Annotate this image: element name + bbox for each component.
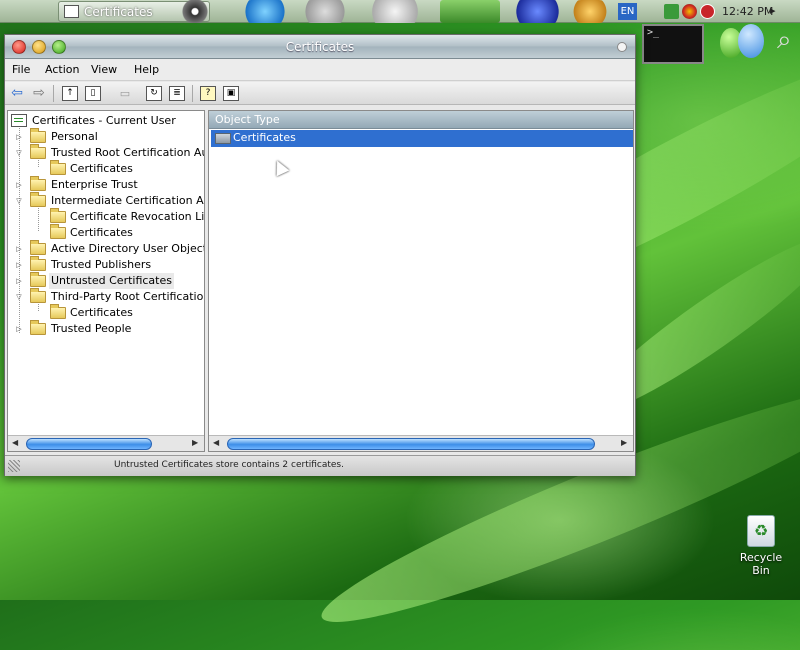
toolbar-separator: [192, 85, 193, 102]
scroll-left-icon[interactable]: ◀: [12, 438, 18, 447]
folder-icon: [50, 208, 66, 223]
folder-icon: [30, 288, 46, 303]
tree-pane[interactable]: Certificates - Current User ▷ Personal ▽…: [7, 110, 205, 452]
tree-item-label: Active Directory User Object: [51, 242, 205, 255]
tree-item-label: Intermediate Certification Autho: [51, 194, 204, 207]
folder-icon: [30, 240, 46, 255]
toolbar: ⇦ ⇨ ↑ ▯ ▭ ↻ ≣ ? ▣: [5, 82, 635, 105]
dock-icon[interactable]: [365, 0, 425, 23]
tree-line: [38, 205, 39, 231]
tree-item-label: Untrusted Certificates: [49, 273, 174, 289]
tree-item-label: Enterprise Trust: [51, 178, 138, 191]
folder-icon: [30, 176, 46, 191]
list-pane[interactable]: Object Type Certificates ◀ ▶: [208, 110, 634, 452]
dock-icon[interactable]: [510, 0, 565, 23]
collapse-icon[interactable]: ▽: [15, 149, 23, 157]
network-tray-icon[interactable]: [664, 4, 679, 19]
menu-bar: File Action View Help: [5, 59, 635, 81]
list-row-selected[interactable]: Certificates: [211, 130, 633, 177]
tree-item-label: Trusted Root Certification Autho: [51, 146, 204, 159]
toolbar-toggle-button[interactable]: [617, 42, 627, 52]
expand-icon[interactable]: ▷: [15, 181, 23, 189]
folder-icon: [50, 160, 66, 175]
tree-item-label: Third-Party Root Certification Au: [51, 290, 205, 303]
tree-item-label: Certificate Revocation List: [70, 210, 205, 223]
expand-icon[interactable]: ▷: [15, 325, 23, 333]
folder-icon: [215, 133, 231, 144]
folder-icon: [30, 272, 46, 287]
taskbar-button-label: Certificates: [84, 5, 153, 19]
dock-icon[interactable]: [570, 0, 610, 23]
certificate-icon: [64, 5, 79, 18]
terminal-icon[interactable]: >_: [642, 24, 704, 64]
dock-icon[interactable]: [240, 0, 290, 23]
forward-icon[interactable]: ⇨: [31, 86, 47, 101]
collapse-icon[interactable]: ▽: [15, 293, 23, 301]
clock[interactable]: 12:42 PM: [722, 5, 773, 18]
folder-icon: [30, 128, 46, 143]
tree-item-label: Certificates: [70, 226, 133, 239]
security-tray-icon[interactable]: [700, 4, 715, 19]
up-one-level-icon[interactable]: ↑: [62, 86, 78, 101]
top-menubar: Certificates EN 12:42 PM ▸: [0, 0, 800, 23]
tree-item-label: Trusted People: [51, 322, 132, 335]
help-icon[interactable]: ?: [200, 86, 216, 101]
menu-view[interactable]: View: [91, 63, 117, 76]
status-text: Untrusted Certificates store contains 2 …: [114, 460, 344, 470]
list-row-label: Certificates: [233, 131, 296, 144]
menu-help[interactable]: Help: [134, 63, 159, 76]
dock-icon[interactable]: [165, 0, 225, 23]
action-pane-icon[interactable]: ▣: [223, 86, 239, 101]
refresh-icon[interactable]: ↻: [146, 86, 162, 101]
back-icon[interactable]: ⇦: [9, 86, 25, 101]
recycle-bin-icon: ♻: [747, 515, 775, 547]
folder-icon: [50, 304, 66, 319]
search-icon[interactable]: ⌕: [777, 25, 792, 56]
expand-icon[interactable]: ▷: [15, 277, 23, 285]
dock-icon[interactable]: [300, 0, 350, 23]
recycle-bin[interactable]: ♻ Recycle Bin: [730, 515, 792, 577]
resize-grip-icon[interactable]: [8, 460, 20, 472]
scroll-left-icon[interactable]: ◀: [213, 438, 219, 447]
folder-icon: [30, 256, 46, 271]
certificate-store-icon: [11, 114, 27, 127]
tree-item-label: Personal: [51, 130, 98, 143]
dock-icon[interactable]: [440, 0, 500, 23]
menu-file[interactable]: File: [12, 63, 30, 76]
status-bar: Untrusted Certificates store contains 2 …: [5, 455, 635, 476]
folder-icon: [50, 224, 66, 239]
scroll-thumb[interactable]: [26, 438, 152, 450]
window-titlebar[interactable]: Certificates: [5, 35, 635, 59]
tree-item-label: Certificates: [70, 162, 133, 175]
folder-icon: [30, 320, 46, 335]
mouse-cursor-icon: [270, 157, 290, 177]
scroll-right-icon[interactable]: ▶: [192, 438, 198, 447]
tree-horizontal-scrollbar[interactable]: ◀ ▶: [8, 435, 204, 451]
messenger-icon[interactable]: [712, 22, 772, 66]
tree-item-label: Certificates - Current User: [32, 114, 176, 127]
language-indicator[interactable]: EN: [618, 3, 637, 20]
tree-item-label: Certificates: [70, 306, 133, 319]
collapse-icon[interactable]: ▽: [15, 197, 23, 205]
certificates-window: Certificates File Action View Help ⇦ ⇨ ↑…: [4, 34, 636, 476]
expand-icon[interactable]: ▷: [15, 261, 23, 269]
folder-icon: [30, 192, 46, 207]
menu-action[interactable]: Action: [45, 63, 79, 76]
scroll-thumb[interactable]: [227, 438, 595, 450]
tree-item-label: Trusted Publishers: [51, 258, 152, 271]
media-tray-icon[interactable]: [682, 4, 697, 19]
list-horizontal-scrollbar[interactable]: ◀ ▶: [209, 435, 633, 451]
show-hide-tree-icon[interactable]: ▯: [85, 86, 101, 101]
delete-icon[interactable]: ▭: [117, 86, 133, 101]
export-list-icon[interactable]: ≣: [169, 86, 185, 101]
window-title: Certificates: [285, 40, 355, 54]
folder-icon: [30, 144, 46, 159]
scroll-right-icon[interactable]: ▶: [621, 438, 627, 447]
expand-icon[interactable]: ▷: [15, 133, 23, 141]
menubar-arrow-icon[interactable]: ▸: [770, 4, 776, 17]
column-header-object-type[interactable]: Object Type: [209, 111, 633, 129]
toolbar-separator: [53, 85, 54, 102]
recycle-bin-label: Recycle Bin: [739, 551, 783, 577]
expand-icon[interactable]: ▷: [15, 245, 23, 253]
